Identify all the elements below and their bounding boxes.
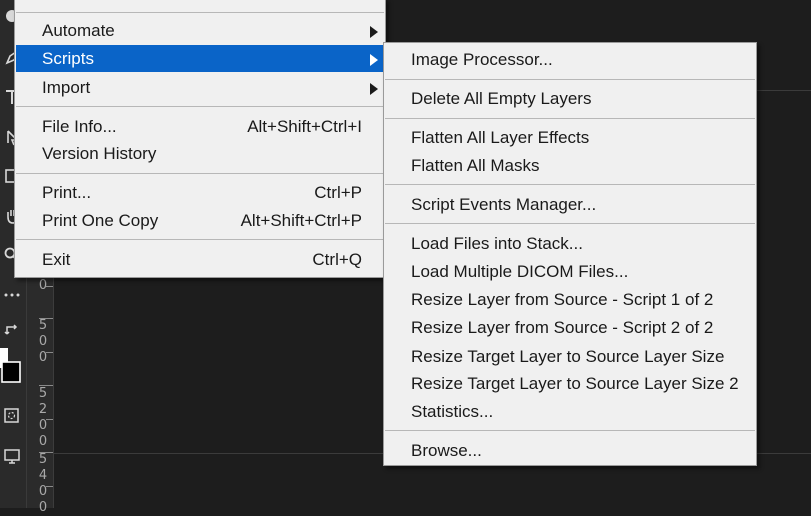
menu-item-label: Print One Copy	[42, 211, 159, 230]
menu-item-label: Import	[42, 78, 91, 97]
menu-item-label: Statistics...	[411, 402, 494, 421]
menu-separator	[16, 173, 384, 174]
menu-separator	[385, 79, 755, 80]
screen-mode-icon[interactable]	[0, 444, 24, 468]
menu-item-label: Resize Target Layer to Source Layer Size	[411, 347, 725, 366]
submenu-arrow-icon	[370, 26, 378, 38]
menu-item-file-info[interactable]: File Info... Alt+Shift+Ctrl+I	[16, 113, 384, 140]
menu-shortcut: Alt+Shift+Ctrl+I	[247, 117, 362, 136]
menu-item-label: Browse...	[411, 441, 482, 460]
menu-item-label: Resize Target Layer to Source Layer Size…	[411, 374, 739, 393]
menu-item-load-files-into-stack[interactable]: Load Files into Stack...	[385, 230, 755, 257]
ruler-tick	[39, 452, 53, 453]
ruler-tick	[39, 318, 53, 319]
ruler-tick	[46, 286, 53, 287]
ruler-tick	[46, 486, 53, 487]
menu-item-label: Print...	[42, 183, 92, 202]
menu-item-scripts[interactable]: Scripts	[16, 45, 384, 72]
menu-item-exit[interactable]: Exit Ctrl+Q	[16, 246, 384, 273]
submenu-arrow-icon	[370, 83, 378, 95]
ruler-tick	[46, 419, 53, 420]
ruler-label: 5 4 0 0	[38, 452, 48, 515]
menu-shortcut: Alt+Shift+Ctrl+P	[240, 211, 362, 230]
menu-item-label: Exit	[42, 250, 71, 269]
menu-item-label: File Info...	[42, 117, 117, 136]
scripts-submenu: Image Processor... Delete All Empty Laye…	[383, 42, 757, 466]
submenu-arrow-icon	[370, 54, 378, 66]
menu-item-version-history[interactable]: Version History	[16, 140, 384, 167]
menu-item-label: Version History	[42, 144, 157, 163]
menu-item-label: Load Multiple DICOM Files...	[411, 262, 629, 281]
menu-item-label: Resize Layer from Source - Script 2 of 2	[411, 318, 714, 337]
ruler-label: 5 2 0 0	[38, 386, 48, 449]
menu-item-print[interactable]: Print... Ctrl+P	[16, 179, 384, 206]
menu-item-label: Delete All Empty Layers	[411, 89, 592, 108]
more-tools-icon[interactable]	[0, 283, 24, 307]
menu-item-statistics[interactable]: Statistics...	[385, 398, 755, 425]
ruler-tick	[46, 352, 53, 353]
menu-separator	[385, 118, 755, 119]
menu-item-label: Flatten All Masks	[411, 156, 540, 175]
menu-separator	[385, 223, 755, 224]
menu-item-label: Automate	[42, 21, 115, 40]
menu-item-label: Image Processor...	[411, 50, 553, 69]
menu-item-automate[interactable]: Automate	[16, 17, 384, 44]
color-swatches-icon[interactable]	[0, 344, 24, 390]
ruler-tick	[39, 385, 53, 386]
menu-item-import[interactable]: Import	[16, 74, 384, 101]
menu-separator	[16, 106, 384, 107]
menu-item-image-processor[interactable]: Image Processor...	[385, 46, 755, 73]
ruler-label: 5 0 0	[38, 318, 48, 365]
swap-colors-icon[interactable]	[0, 318, 24, 342]
menu-shortcut: Ctrl+Q	[312, 250, 362, 269]
menu-item-script-events-manager[interactable]: Script Events Manager...	[385, 191, 755, 218]
menu-item-print-one-copy[interactable]: Print One Copy Alt+Shift+Ctrl+P	[16, 207, 384, 234]
menu-item-label: Resize Layer from Source - Script 1 of 2	[411, 290, 714, 309]
menu-item-label: Load Files into Stack...	[411, 234, 583, 253]
menu-item-resize-layer-script-1[interactable]: Resize Layer from Source - Script 1 of 2	[385, 286, 755, 313]
menu-item-flatten-all-masks[interactable]: Flatten All Masks	[385, 152, 755, 179]
menu-separator	[385, 184, 755, 185]
menu-separator	[16, 12, 384, 13]
menu-item-resize-layer-script-2[interactable]: Resize Layer from Source - Script 2 of 2	[385, 314, 755, 341]
menu-item-label: Script Events Manager...	[411, 195, 597, 214]
menu-item-browse[interactable]: Browse...	[385, 437, 755, 464]
menu-item-label: Flatten All Layer Effects	[411, 128, 590, 147]
menu-item-label: Scripts	[42, 49, 94, 68]
menu-item-delete-all-empty-layers[interactable]: Delete All Empty Layers	[385, 85, 755, 112]
file-menu: Automate Scripts Import File Info... Alt…	[14, 0, 386, 278]
menu-separator	[16, 239, 384, 240]
menu-separator	[385, 430, 755, 431]
menu-item-resize-target-layer[interactable]: Resize Target Layer to Source Layer Size	[385, 343, 755, 370]
quick-mask-icon[interactable]	[0, 404, 24, 428]
menu-item-resize-target-layer-2[interactable]: Resize Target Layer to Source Layer Size…	[385, 370, 755, 397]
menu-item-load-multiple-dicom-files[interactable]: Load Multiple DICOM Files...	[385, 258, 755, 285]
menu-shortcut: Ctrl+P	[314, 183, 362, 202]
menu-item-flatten-all-layer-effects[interactable]: Flatten All Layer Effects	[385, 124, 755, 151]
